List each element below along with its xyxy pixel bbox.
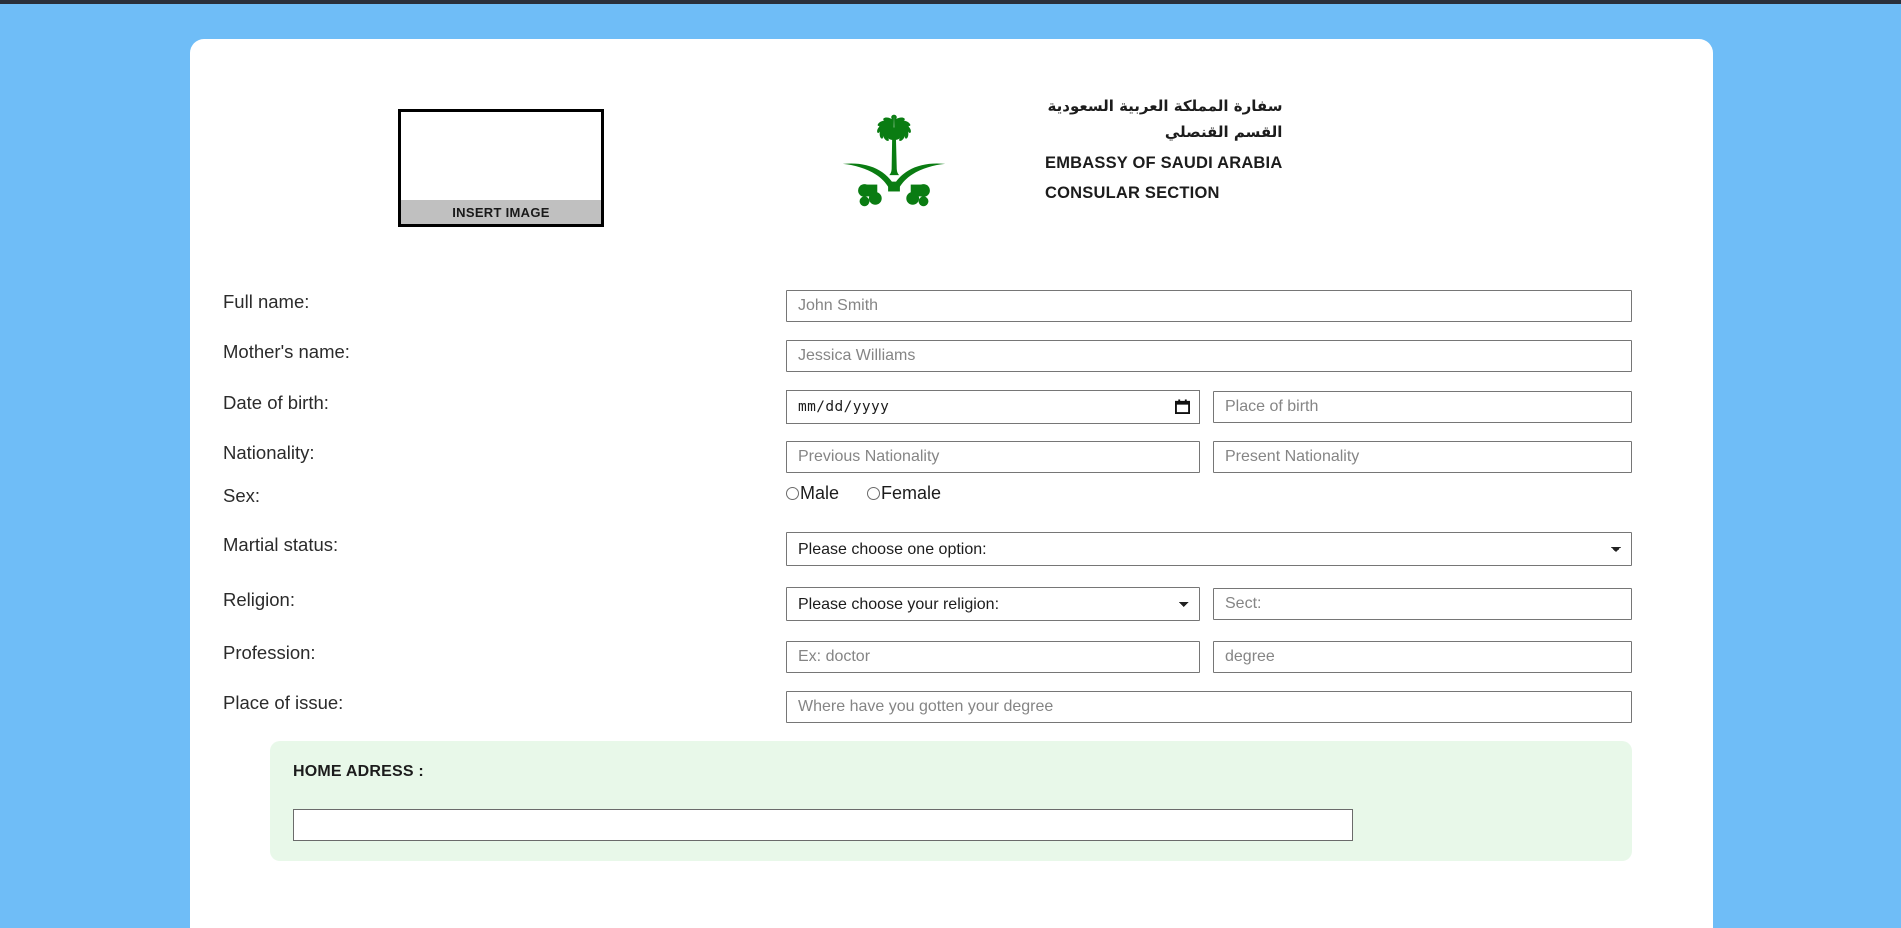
profession-input[interactable]: [786, 641, 1200, 673]
label-sex: Sex:: [223, 485, 261, 506]
organisation-title-block: سفارة المملكة العربية السعودية القسم الق…: [1045, 99, 1282, 214]
row-religion: Religion: Please choose your religion:: [190, 579, 1713, 629]
label-nationality: Nationality:: [223, 442, 315, 463]
form-header: INSERT IMAGE سفارة المملكة العربية السعو…: [190, 39, 1713, 269]
mothers-name-input[interactable]: [786, 340, 1632, 372]
org-arabic-line-1: سفارة المملكة العربية السعودية: [1047, 97, 1283, 115]
row-martial-status: Martial status: Please choose one option…: [190, 524, 1713, 574]
label-date-of-birth: Date of birth:: [223, 392, 329, 413]
place-of-issue-input[interactable]: [786, 691, 1632, 723]
martial-status-select[interactable]: Please choose one option:: [786, 532, 1632, 566]
form-card: INSERT IMAGE سفارة المملكة العربية السعو…: [190, 39, 1713, 928]
radio-label-male: Male: [800, 483, 840, 503]
place-of-birth-input[interactable]: [1213, 391, 1632, 423]
insert-image-placeholder[interactable]: INSERT IMAGE: [398, 109, 604, 227]
sect-input[interactable]: [1213, 588, 1632, 620]
calendar-icon[interactable]: [1175, 399, 1190, 415]
label-full-name: Full name:: [223, 291, 310, 312]
previous-nationality-input[interactable]: [786, 441, 1200, 473]
org-arabic-line-2: القسم القنصلي: [1164, 123, 1283, 141]
full-name-input[interactable]: [786, 290, 1632, 322]
religion-select[interactable]: Please choose your religion:: [786, 587, 1200, 621]
saudi-emblem-icon: [835, 101, 953, 219]
label-profession: Profession:: [223, 642, 316, 663]
radio-dot-female[interactable]: [867, 487, 881, 500]
row-place-of-issue: Place of issue:: [190, 682, 1713, 732]
label-religion: Religion:: [223, 589, 295, 610]
sex-radio-group: Male Female: [786, 483, 969, 504]
present-nationality-input[interactable]: [1213, 441, 1632, 473]
radio-label-female: Female: [881, 483, 942, 503]
row-nationality: Nationality:: [190, 432, 1713, 482]
label-martial-status: Martial status:: [223, 534, 339, 555]
radio-dot-male[interactable]: [786, 487, 799, 500]
row-date-of-birth: Date of birth: mm/dd/yyyy: [190, 382, 1713, 432]
radio-option-female[interactable]: Female: [867, 483, 941, 504]
date-of-birth-value: mm/dd/yyyy: [798, 399, 890, 415]
row-profession: Profession:: [190, 632, 1713, 682]
label-mothers-name: Mother's name:: [223, 341, 350, 362]
row-mothers-name: Mother's name:: [190, 331, 1713, 381]
row-full-name: Full name:: [190, 281, 1713, 331]
org-english-line-1: EMBASSY OF SAUDI ARABIA: [1045, 154, 1283, 172]
insert-image-label: INSERT IMAGE: [401, 200, 601, 224]
org-english-line-2: CONSULAR SECTION: [1045, 183, 1220, 202]
date-of-birth-input[interactable]: mm/dd/yyyy: [786, 390, 1200, 424]
label-place-of-issue: Place of issue:: [223, 692, 344, 713]
home-address-title: HOME ADRESS :: [293, 763, 424, 780]
home-address-panel: HOME ADRESS :: [270, 741, 1632, 861]
home-address-input[interactable]: [293, 809, 1353, 841]
radio-option-male[interactable]: Male: [786, 483, 839, 504]
degree-input[interactable]: [1213, 641, 1632, 673]
application-form: Full name: Mother's name: Date of birth:…: [190, 269, 1713, 928]
